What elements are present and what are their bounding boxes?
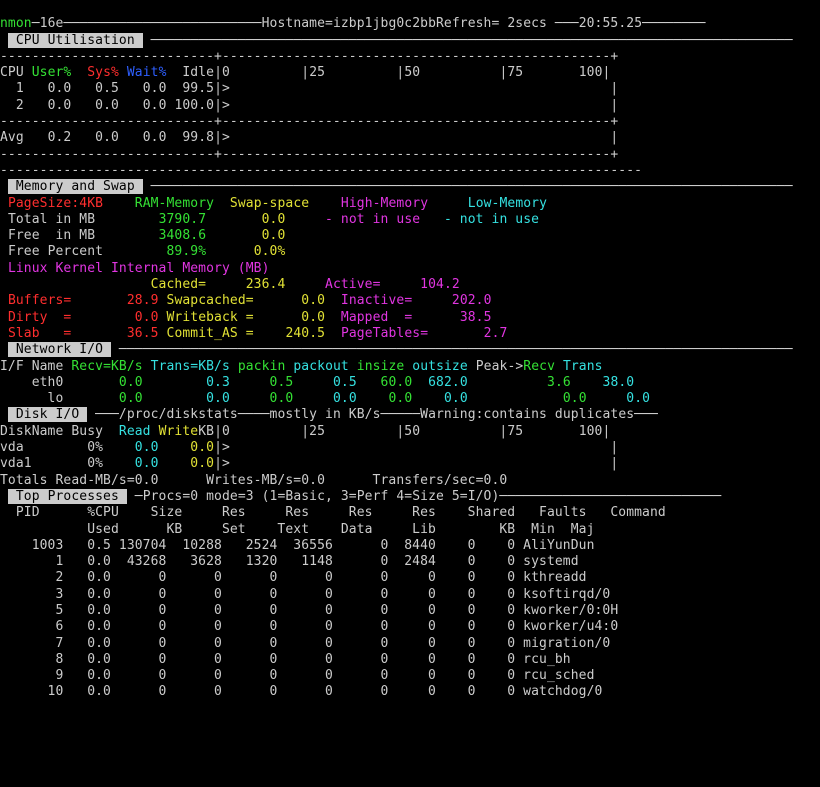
cpu-section-title: CPU Utilisation (8, 33, 143, 48)
refresh-label: Refresh= (436, 16, 507, 31)
disk-section-title: Disk I/O (8, 407, 87, 422)
mem-writeback-lbl: Writeback = (167, 310, 254, 325)
cpu-bar-avg: |> | (214, 130, 618, 145)
cpu-avg-n: Avg (0, 130, 24, 145)
disk-hdr: DiskName Busy Read WriteKB (0, 424, 214, 439)
disk-totals: Totals Read-MB/s=0.0 Writes-MB/s=0.0 Tra… (0, 473, 507, 488)
net-row2-if: lo (0, 391, 63, 406)
net-hdr-if: I/F Name (0, 359, 63, 374)
net-hdr-pkout: packout (293, 359, 349, 374)
mem-kline: Linux Kernel Internal Memory (MB) (8, 261, 270, 276)
mem-mapped-lbl: Mapped = (341, 310, 412, 325)
mem-swapcached-lbl: Swapcached= (167, 293, 254, 308)
mem-pagetab-lbl: PageTables= (341, 326, 428, 341)
mem-total-ram: 3790.7 (159, 212, 207, 227)
mem-mapped-val: 38.5 (460, 310, 492, 325)
mem-total-swap: 0.0 (262, 212, 286, 227)
cpu-scale: |0 |25 |50 |75 100| (214, 65, 610, 80)
mem-writeback-val: 0.0 (301, 310, 325, 325)
net-hdr-ptrans: Trans (563, 359, 603, 374)
disk-bar-1: |> | (214, 440, 618, 455)
disk-scale: |0 |25 |50 |75 100| (214, 424, 610, 439)
cpu-bar-2: |> | (214, 98, 618, 113)
hostname-label: Hostname= (262, 16, 333, 31)
proc-rows: 1003 0.5 130704 10288 2524 36556 0 8440 … (0, 538, 618, 700)
mem-low-lbl: Low-Memory (468, 196, 547, 211)
mem-active-lbl: Active= (325, 277, 381, 292)
net-hdr-pkin: packin (238, 359, 286, 374)
mem-dirty-val: 0.0 (135, 310, 159, 325)
net-row1-if: eth0 (0, 375, 63, 390)
net-hdr-peak: Peak-> (476, 359, 524, 374)
nmon-screen: nmon─16e─────────────────────────Hostnam… (0, 0, 820, 701)
disk-row2-n: vda1 (0, 456, 79, 471)
mem-high-niu: - not in use (325, 212, 420, 227)
mem-slab-lbl: Slab = (8, 326, 71, 341)
mem-free-swap: 0.0 (262, 228, 286, 243)
mem-free-ram: 3408.6 (159, 228, 207, 243)
mem-pct-swap: 0.0% (254, 244, 286, 259)
top-section-title: Top Processes (8, 489, 127, 504)
cpu-hdr-wait: Wait% (127, 65, 167, 80)
net-hdr-trans: Trans=KB/s (151, 359, 230, 374)
mem-free-lbl: Free in MB (8, 228, 95, 243)
prog-ver: 16e (40, 16, 64, 31)
cpu-row2-n: 2 (0, 98, 24, 113)
mem-pagetab-val: 2.7 (484, 326, 508, 341)
net-title-dash: ────────────────────────────────────────… (119, 342, 793, 357)
net-hdr-precv: Recv (523, 359, 555, 374)
proc-hdr2: Used KB Set Text Data Lib KB Min Maj (0, 522, 595, 537)
mem-cached-val: 236.4 (246, 277, 286, 292)
disk-title-tail: ───/proc/diskstats────mostly in KB/s────… (95, 407, 658, 422)
mem-swapcached-val: 0.0 (301, 293, 325, 308)
cpu-bar-1: |> | (214, 81, 618, 96)
mem-cached-lbl: Cached= (151, 277, 207, 292)
disk-row1-n: vda (0, 440, 79, 455)
mem-dirty-lbl: Dirty = (8, 310, 71, 325)
mem-slab-val: 36.5 (127, 326, 159, 341)
mem-commit-val: 240.5 (285, 326, 325, 341)
time-value: 20:55.25 (579, 16, 642, 31)
refresh-value: 2secs (507, 16, 547, 31)
cpu-sep-mid: ---------------------------+------------… (0, 114, 618, 129)
cpu-hdr-cpu: CPU (0, 65, 24, 80)
mem-title-dash: ────────────────────────────────────────… (151, 179, 793, 194)
cpu-hdr-sys: Sys% (87, 65, 119, 80)
top-title-tail: ─Procs=0 mode=3 (1=Basic, 3=Perf 4=Size … (135, 489, 722, 504)
mem-pagesize: PageSize:4KB (8, 196, 103, 211)
prog-name: nmon (0, 16, 32, 31)
cpu-row1-n: 1 (0, 81, 24, 96)
mem-high-lbl: High-Memory (341, 196, 428, 211)
hostname-value: izbp1jbg0c2bb (333, 16, 436, 31)
net-hdr-recv: Recv=KB/s (71, 359, 142, 374)
net-hdr-insz: insize (357, 359, 405, 374)
mem-buffers-val: 28.9 (127, 293, 159, 308)
cpu-title-dash: ────────────────────────────────────────… (151, 33, 793, 48)
net-section-title: Network I/O (8, 342, 111, 357)
mem-ram-lbl: RAM-Memory (135, 196, 214, 211)
mem-total-lbl: Total in MB (8, 212, 95, 227)
mem-section-title: Memory and Swap (8, 179, 143, 194)
mem-swap-lbl: Swap-space (230, 196, 309, 211)
mem-pct-lbl: Free Percent (8, 244, 103, 259)
cpu-hdr-user: User% (32, 65, 72, 80)
mem-low-niu: - not in use (444, 212, 539, 227)
mem-active-val: 104.2 (420, 277, 460, 292)
proc-hdr1: PID %CPU Size Res Res Res Res Shared Fau… (0, 505, 666, 520)
mem-pct-ram: 89.9% (166, 244, 206, 259)
cpu-sep-bot: ---------------------------+------------… (0, 147, 618, 162)
cpu-sep-top: ---------------------------+------------… (0, 49, 618, 64)
mem-inactive-lbl: Inactive= (341, 293, 412, 308)
mem-inactive-val: 202.0 (452, 293, 492, 308)
mem-buffers-lbl: Buffers= (8, 293, 71, 308)
mem-commit-lbl: Commit_AS = (167, 326, 254, 341)
net-hdr-outsz: outsize (412, 359, 468, 374)
cpu-tail-dash: ----------------------------------------… (0, 163, 642, 178)
disk-bar-2: |> | (214, 456, 618, 471)
cpu-hdr-idle: Idle (182, 65, 214, 80)
